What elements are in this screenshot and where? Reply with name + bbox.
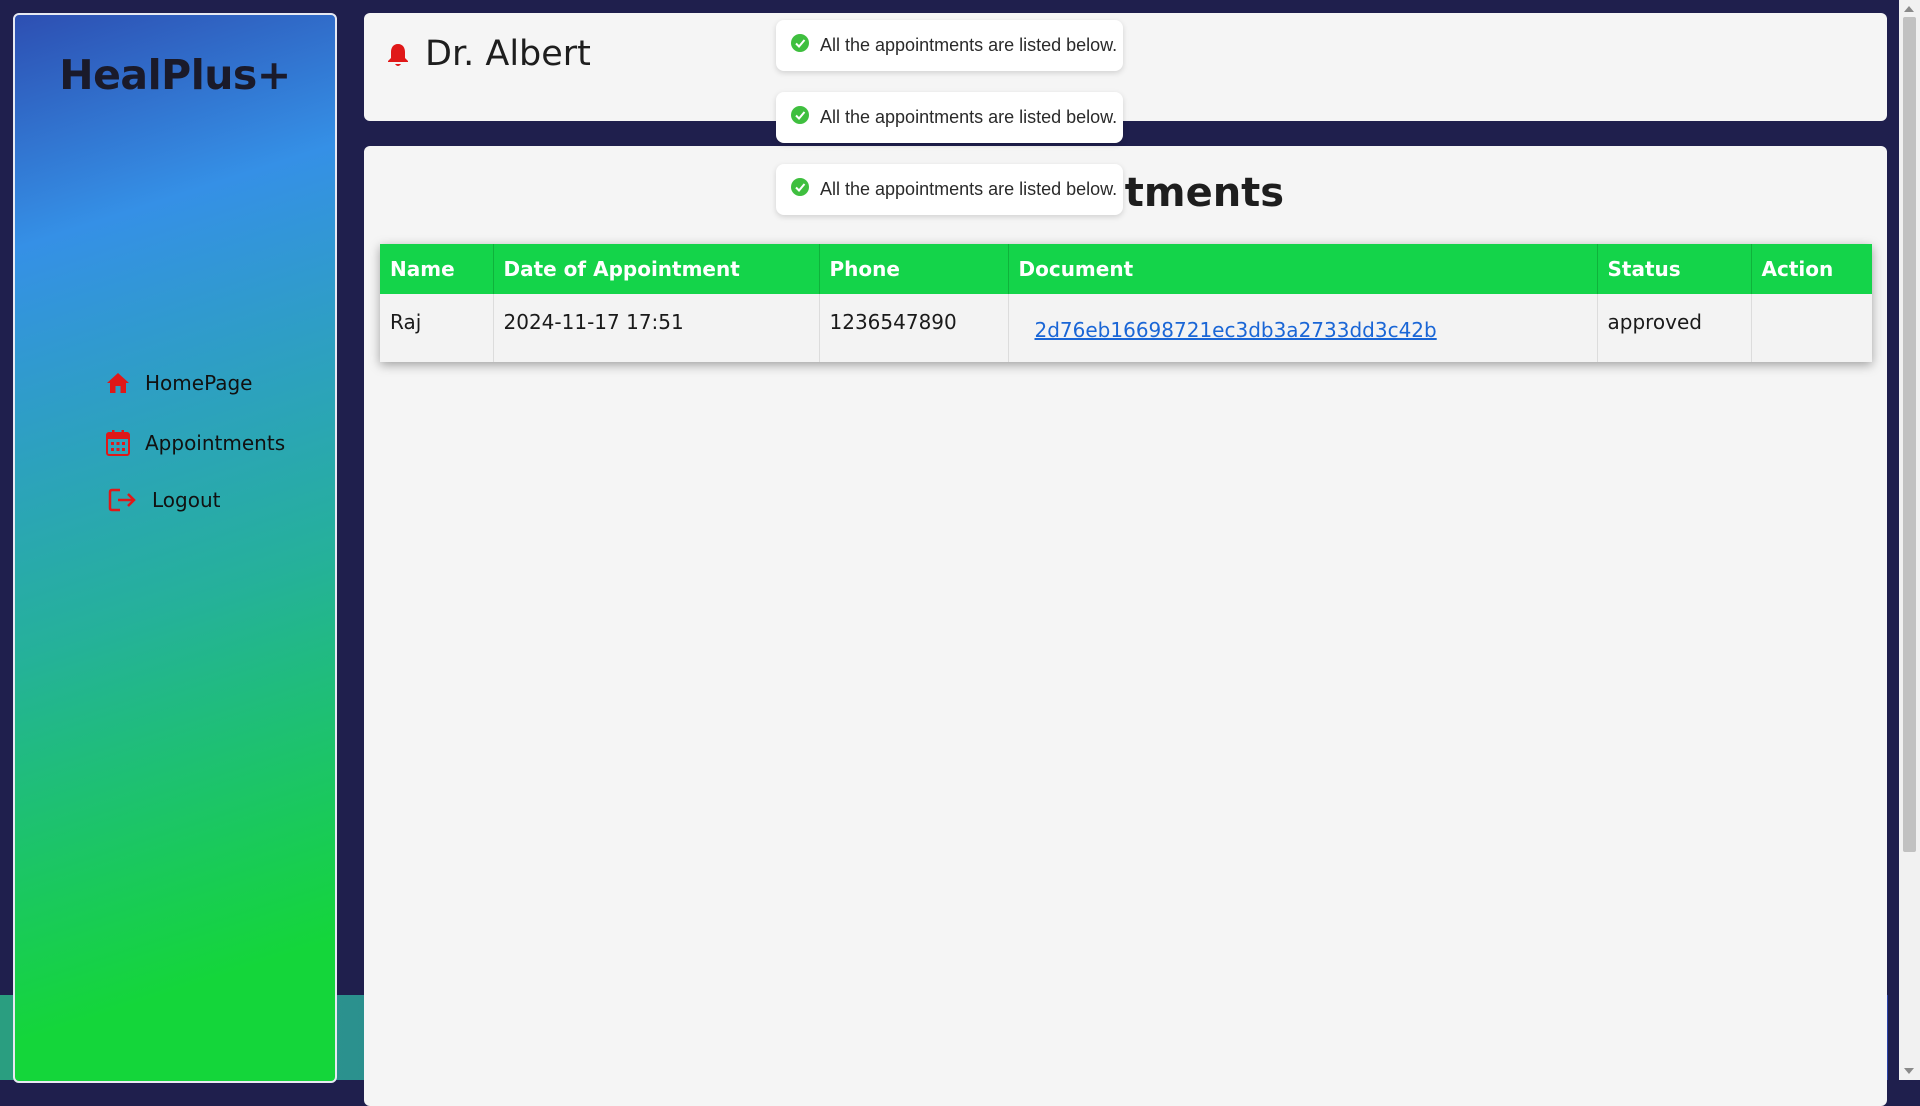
doctor-name: Dr. Albert <box>425 34 591 74</box>
check-circle-icon <box>790 177 820 202</box>
app-logo: HealPlus+ <box>59 51 291 99</box>
sidebar-item-logout[interactable]: Logout <box>108 487 220 513</box>
check-circle-icon <box>790 105 820 130</box>
appointments-table: Name Date of Appointment Phone Document … <box>380 244 1872 362</box>
toast-message: All the appointments are listed below. <box>820 35 1118 55</box>
column-header-action: Action <box>1751 244 1872 294</box>
cell-phone: 1236547890 <box>819 294 1009 362</box>
table-row: Raj 2024-11-17 17:51 1236547890 2d76eb16… <box>380 294 1872 362</box>
document-link[interactable]: 2d76eb16698721ec3db3a2733dd3c42b <box>1035 318 1437 342</box>
page-title: Appointments <box>966 170 1285 216</box>
scrollbar-thumb[interactable] <box>1903 17 1916 852</box>
sidebar-item-homepage[interactable]: HomePage <box>105 371 252 395</box>
sidebar-item-label: Appointments <box>145 431 286 455</box>
main-content: Appointments Name Date of Appointment Ph… <box>364 146 1887 1106</box>
column-header-phone: Phone <box>819 244 1009 294</box>
table-header-row: Name Date of Appointment Phone Document … <box>380 244 1872 294</box>
cell-action <box>1751 294 1872 362</box>
calendar-icon <box>105 429 131 457</box>
column-header-date: Date of Appointment <box>493 244 820 294</box>
sidebar-item-label: Logout <box>152 488 221 512</box>
sidebar-item-appointments[interactable]: Appointments <box>105 429 285 457</box>
toast-message: All the appointments are listed below. <box>820 107 1118 127</box>
toast-notification[interactable]: All the appointments are listed below. <box>776 92 1123 143</box>
home-icon <box>105 371 131 395</box>
cell-status: approved <box>1597 294 1752 362</box>
scroll-up-icon[interactable] <box>1904 6 1914 12</box>
toast-notification[interactable]: All the appointments are listed below. <box>776 20 1123 71</box>
cell-date: 2024-11-17 17:51 <box>493 294 820 362</box>
scroll-down-icon[interactable] <box>1904 1068 1914 1074</box>
column-header-status: Status <box>1597 244 1752 294</box>
toast-notification[interactable]: All the appointments are listed below. <box>776 164 1123 215</box>
logout-icon <box>108 487 138 513</box>
column-header-name: Name <box>380 244 494 294</box>
check-circle-icon <box>790 33 820 58</box>
toast-message: All the appointments are listed below. <box>820 179 1118 199</box>
sidebar: HealPlus+ HomePage Appointments Logout <box>13 13 337 1083</box>
vertical-scrollbar[interactable] <box>1899 0 1920 1080</box>
bell-icon[interactable] <box>386 42 410 73</box>
header: Dr. Albert <box>364 13 1887 121</box>
column-header-document: Document <box>1008 244 1598 294</box>
cell-name: Raj <box>380 294 494 362</box>
cell-document: 2d76eb16698721ec3db3a2733dd3c42b <box>1008 294 1598 362</box>
sidebar-item-label: HomePage <box>145 371 253 395</box>
